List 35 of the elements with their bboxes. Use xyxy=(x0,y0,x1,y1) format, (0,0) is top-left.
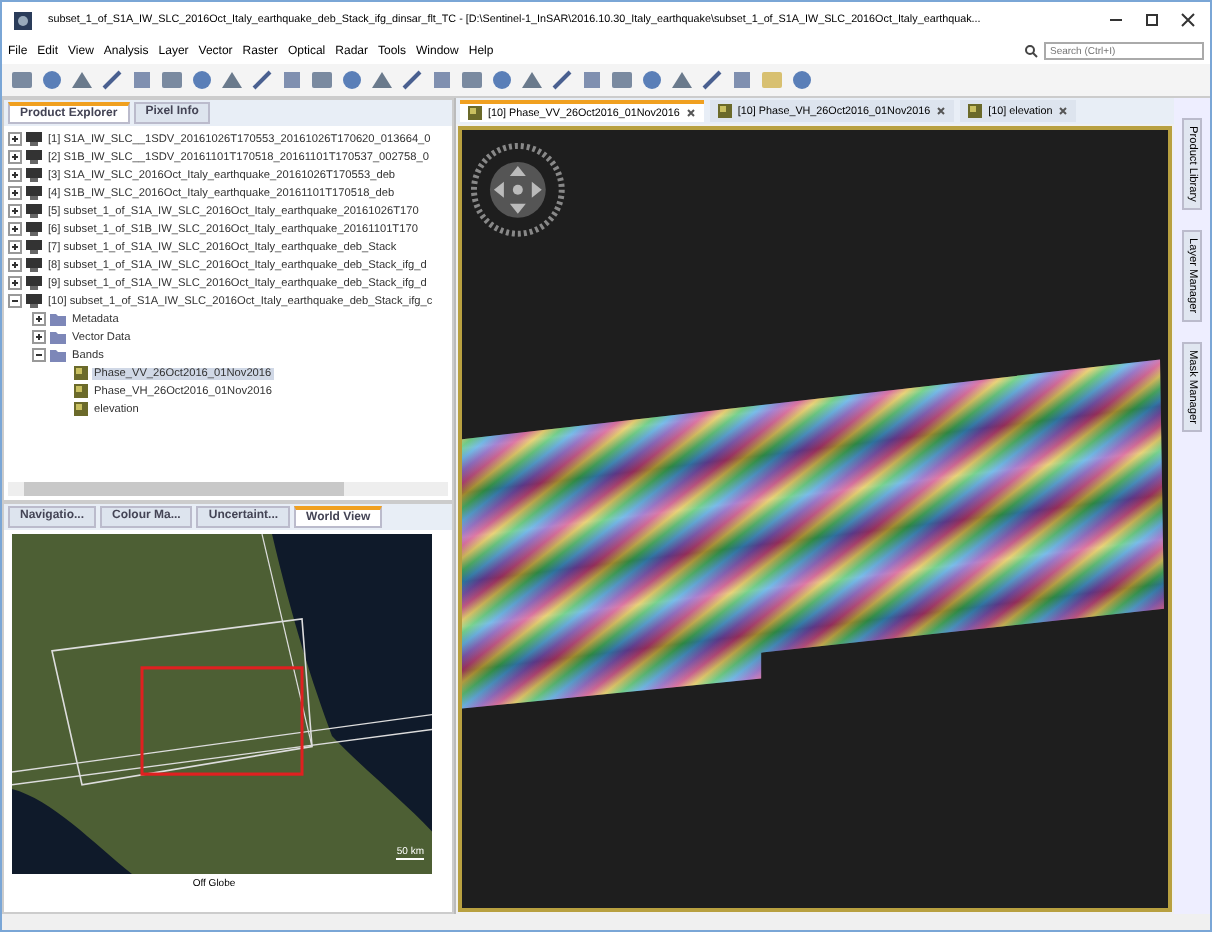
product-icon xyxy=(26,222,42,236)
expand-icon[interactable] xyxy=(8,258,22,272)
product-icon xyxy=(26,294,42,308)
band-icon xyxy=(468,106,482,120)
expand-icon[interactable] xyxy=(8,276,22,290)
product-icon xyxy=(26,204,42,218)
navigation-compass[interactable] xyxy=(471,142,565,237)
expand-icon[interactable] xyxy=(8,240,22,254)
product-icon xyxy=(26,240,42,254)
collapse-icon[interactable] xyxy=(8,294,22,308)
close-icon[interactable] xyxy=(1058,106,1069,116)
band-icon xyxy=(968,104,983,118)
close-icon[interactable] xyxy=(685,108,696,118)
close-icon[interactable] xyxy=(936,106,947,116)
expand-icon[interactable] xyxy=(8,186,22,200)
close-icon[interactable] xyxy=(1178,10,1198,30)
product-icon xyxy=(26,276,42,290)
scrollbar-thumb[interactable] xyxy=(24,482,344,496)
expand-icon[interactable] xyxy=(8,132,22,146)
product-icon xyxy=(26,132,42,146)
band-icon xyxy=(717,104,732,118)
expand-icon[interactable] xyxy=(8,204,22,218)
app-icon xyxy=(14,11,32,29)
product-icon xyxy=(26,168,42,182)
collapse-icon[interactable] xyxy=(32,348,46,362)
expand-icon[interactable] xyxy=(8,168,22,182)
product-icon xyxy=(26,186,42,200)
expand-icon[interactable] xyxy=(8,150,22,164)
product-icon xyxy=(26,258,42,272)
maximize-icon[interactable] xyxy=(1142,10,1162,30)
search-icon xyxy=(1024,44,1040,58)
expand-icon[interactable] xyxy=(32,312,46,326)
expand-icon[interactable] xyxy=(8,222,22,236)
product-icon xyxy=(26,150,42,164)
expand-icon[interactable] xyxy=(32,330,46,344)
